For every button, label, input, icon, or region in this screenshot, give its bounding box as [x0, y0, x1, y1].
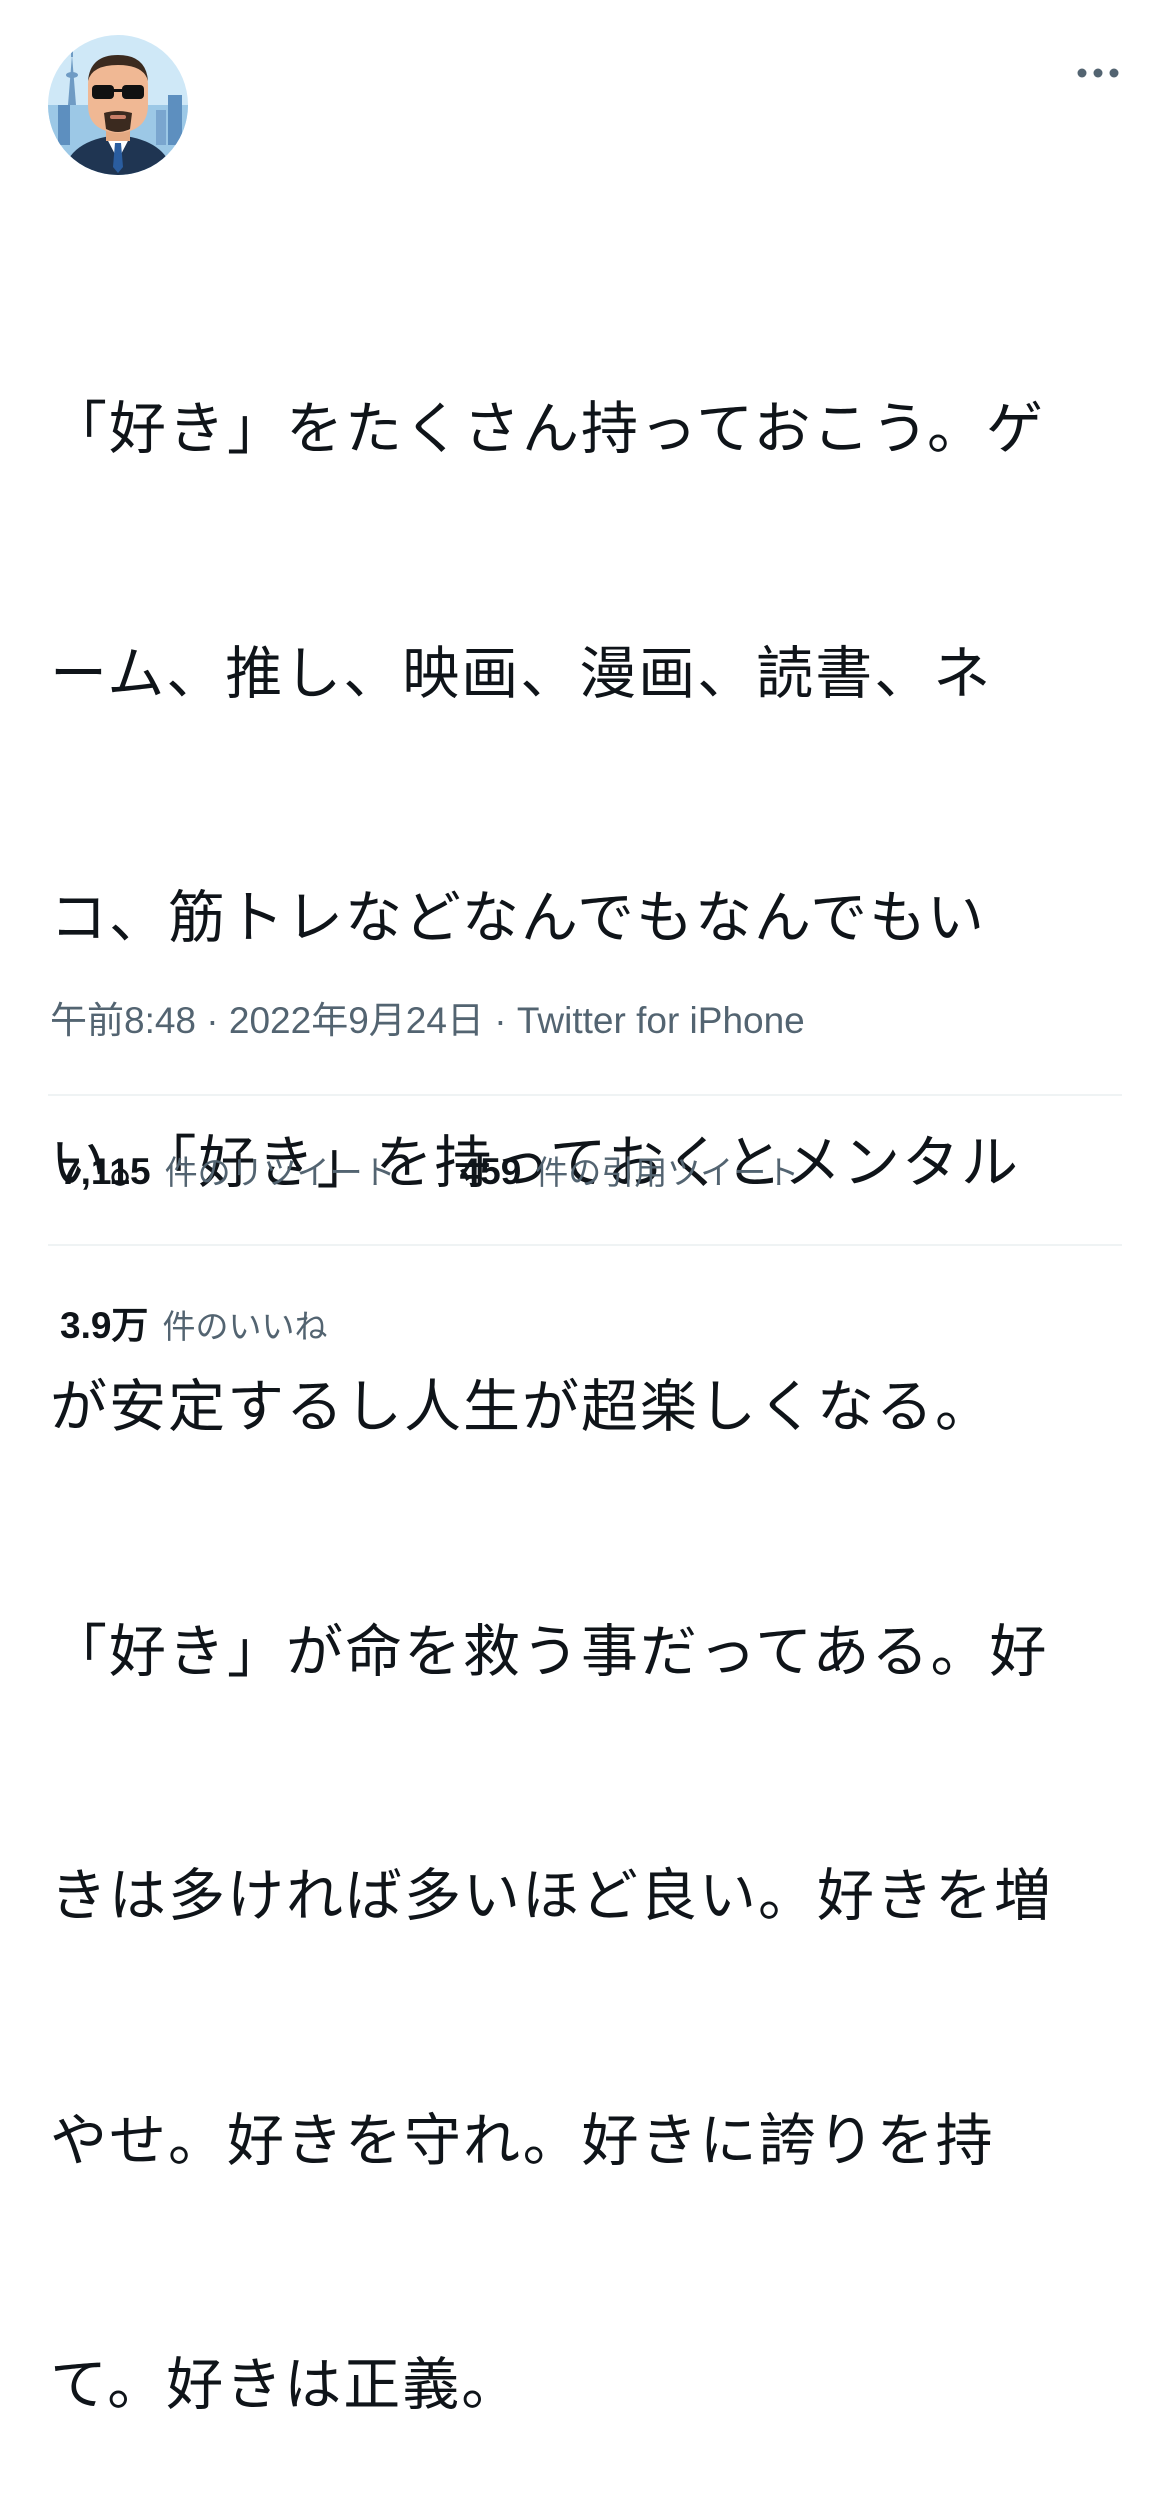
tweet-text-line: やせ。好きを守れ。好きに誇りを持 — [50, 2107, 995, 2174]
tweet-text-line: て。好きは正義。 — [50, 2352, 521, 2418]
divider — [48, 1244, 1122, 1246]
divider — [48, 1094, 1122, 1096]
tweet-text-line: きは多ければ多いほど良い。好きを増 — [50, 1863, 1053, 1929]
retweet-stats-row: 7,115 件のリツイート 459 件の引用ツイート — [60, 1140, 799, 1200]
retweets-label: 件のリツイート — [164, 1153, 396, 1192]
tweet-text: 「好き」をたくさん持っておこう。ゲ ーム、推し、映画、漫画、読書、ネ コ、筋トレ… — [50, 226, 1125, 2508]
likes-stat[interactable]: 3.9万 件のいいね — [60, 1295, 327, 1349]
avatar-illustration — [48, 35, 188, 175]
quote-tweets-count: 459 — [459, 1151, 522, 1192]
likes-label: 件のいいね — [162, 1307, 328, 1346]
tweet-text-line: コ、筋トレなどなんでもなんでもい — [50, 885, 987, 951]
quote-tweets-label: 件の引用ツイート — [535, 1153, 800, 1192]
avatar[interactable] — [48, 35, 188, 175]
likes-stats-row: 3.9万 件のいいね — [60, 1292, 327, 1352]
more-options-button[interactable] — [1076, 62, 1120, 84]
retweets-count: 7,115 — [60, 1151, 151, 1192]
tweet-text-line: ーム、推し、映画、漫画、読書、ネ — [50, 640, 993, 707]
tweet-meta: 午前8:48 · 2022年9月24日 · Twitter for iPhone — [50, 996, 805, 1046]
tweet-time[interactable]: 午前8:48 — [50, 1000, 196, 1041]
tweet-source[interactable]: Twitter for iPhone — [517, 1000, 805, 1041]
retweets-stat[interactable]: 7,115 件のリツイート — [60, 1146, 396, 1194]
likes-count: 3.9万 — [60, 1305, 149, 1346]
meta-separator: · — [196, 1000, 229, 1041]
tweet-text-line: が安定するし人生が超楽しくなる。 — [50, 1374, 994, 1440]
tweet-text-line: 「好き」が命を救う事だってある。好 — [50, 1618, 1049, 1685]
tweet-text-line: 「好き」をたくさん持っておこう。ゲ — [50, 396, 1046, 462]
meta-separator: · — [483, 1000, 517, 1041]
quote-tweets-stat[interactable]: 459 件の引用ツイート — [460, 1146, 800, 1194]
more-horizontal-icon — [1077, 68, 1119, 78]
tweet-date[interactable]: 2022年9月24日 — [229, 1000, 484, 1041]
